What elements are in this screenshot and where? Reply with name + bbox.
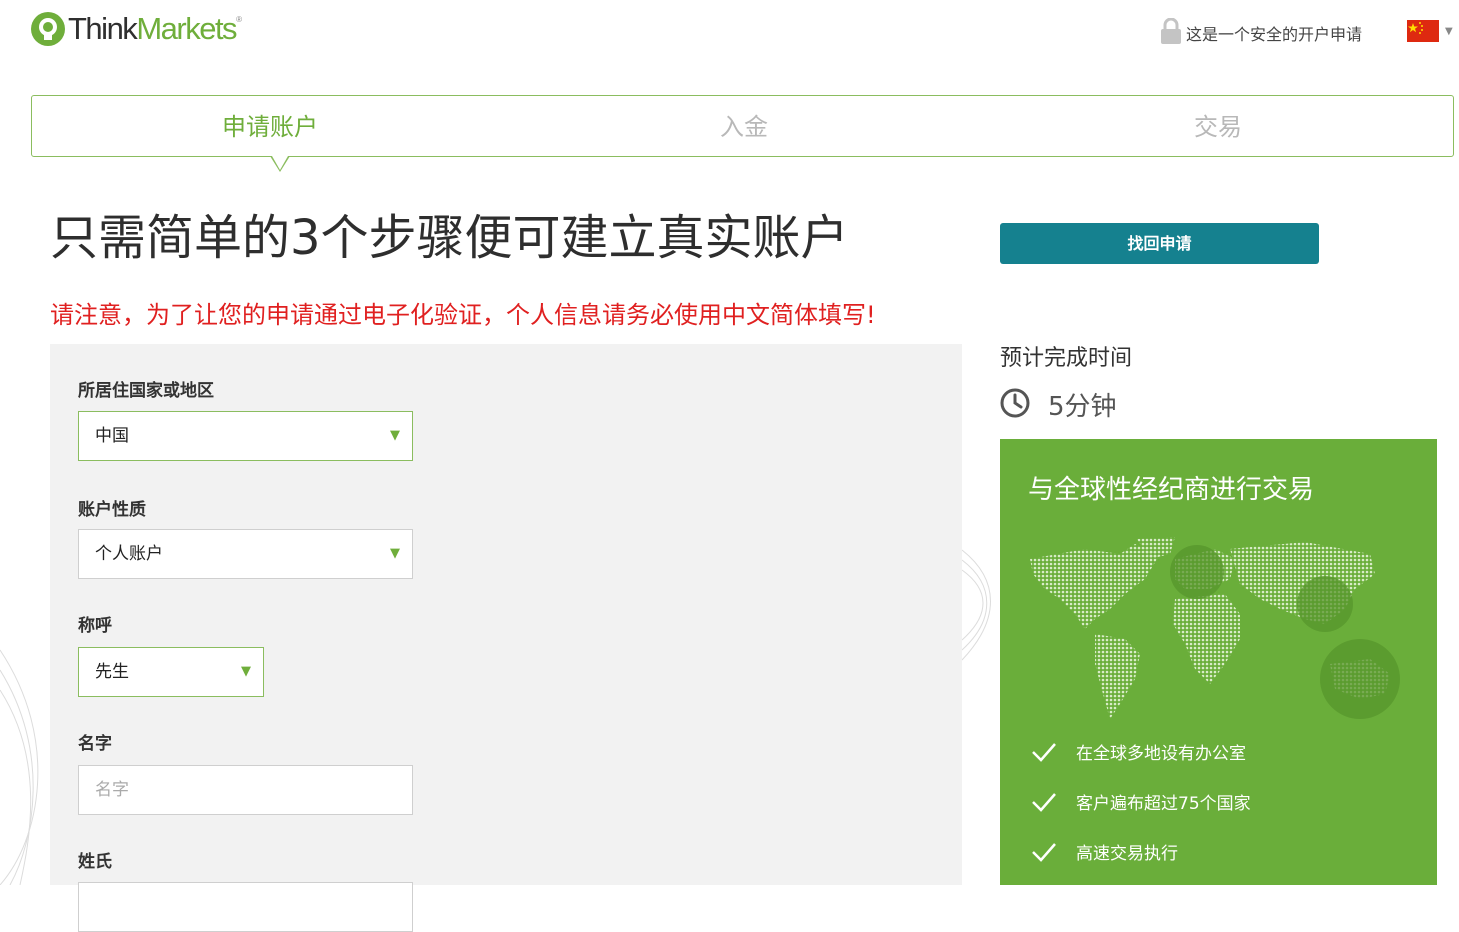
secure-application-notice: 这是一个安全的开户申请 — [1160, 17, 1363, 48]
last-name-label: 姓氏 — [78, 852, 112, 872]
active-step-pointer-inner — [272, 156, 288, 170]
step-trade[interactable]: 交易 — [1068, 96, 1368, 158]
application-form: 所居住国家或地区 中国 ▼ 账户性质 个人账户 ▼ 称呼 先生 ▼ 名字 名字 … — [50, 344, 962, 932]
world-map-icon — [1030, 537, 1400, 719]
step-deposit[interactable]: 入金 — [594, 96, 894, 158]
promo-title: 与全球性经纪商进行交易 — [1028, 475, 1315, 505]
estimated-time-label: 预计完成时间 — [1000, 346, 1133, 371]
last-name-input[interactable] — [78, 882, 413, 932]
estimated-time-value: 5分钟 — [1048, 392, 1117, 422]
estimated-time: 5分钟 — [1000, 386, 1117, 423]
global-broker-promo: 与全球性经纪商进行交易 在全球多地设有办公室 客户遍布超过75个国家 高速交易执… — [1000, 439, 1437, 885]
feature-text: 高速交易执行 — [1076, 844, 1178, 864]
language-dropdown-caret-icon[interactable]: ▼ — [1445, 26, 1453, 37]
first-name-label: 名字 — [78, 734, 112, 754]
feature-text: 在全球多地设有办公室 — [1076, 744, 1246, 764]
account-type-select-value: 个人账户 — [95, 544, 163, 564]
page-title: 只需简单的3个步骤便可建立真实账户 — [50, 210, 849, 266]
salutation-select-value: 先生 — [95, 662, 129, 682]
thinkmarkets-logo[interactable]: ThinkMarkets® — [30, 8, 242, 50]
logo-registered-mark: ® — [236, 15, 242, 24]
feature-item: 客户遍布超过75个国家 — [1030, 789, 1251, 814]
feature-item: 高速交易执行 — [1030, 839, 1178, 864]
progress-steps: 申请账户 入金 交易 — [31, 95, 1454, 157]
checkmark-icon — [1032, 842, 1056, 862]
lightbulb-icon — [30, 11, 66, 47]
step-apply-account[interactable]: 申请账户 — [120, 96, 420, 158]
retrieve-application-button[interactable]: 找回申请 — [1000, 223, 1319, 264]
china-flag-icon[interactable] — [1407, 20, 1439, 42]
country-select-value: 中国 — [95, 426, 129, 446]
logo-markets-text: Markets — [136, 11, 237, 46]
country-select[interactable]: 中国 ▼ — [78, 411, 413, 461]
checkmark-icon — [1032, 742, 1056, 762]
account-type-label: 账户性质 — [78, 500, 146, 520]
first-name-input[interactable]: 名字 — [78, 765, 413, 815]
salutation-label: 称呼 — [78, 616, 112, 636]
lock-icon — [1160, 17, 1182, 48]
chinese-input-notice: 请注意，为了让您的申请通过电子化验证，个人信息请务必使用中文简体填写! — [50, 301, 876, 329]
account-type-select[interactable]: 个人账户 ▼ — [78, 529, 413, 579]
salutation-select[interactable]: 先生 ▼ — [78, 647, 264, 697]
chevron-down-icon: ▼ — [390, 546, 400, 561]
checkmark-icon — [1032, 792, 1056, 812]
country-label: 所居住国家或地区 — [78, 381, 214, 401]
chevron-down-icon: ▼ — [390, 428, 400, 443]
logo-think-text: Think — [68, 11, 138, 46]
chevron-down-icon: ▼ — [241, 664, 251, 679]
feature-item: 在全球多地设有办公室 — [1030, 739, 1246, 764]
secure-text: 这是一个安全的开户申请 — [1186, 25, 1363, 44]
clock-icon — [1000, 388, 1030, 422]
feature-text: 客户遍布超过75个国家 — [1076, 794, 1251, 814]
